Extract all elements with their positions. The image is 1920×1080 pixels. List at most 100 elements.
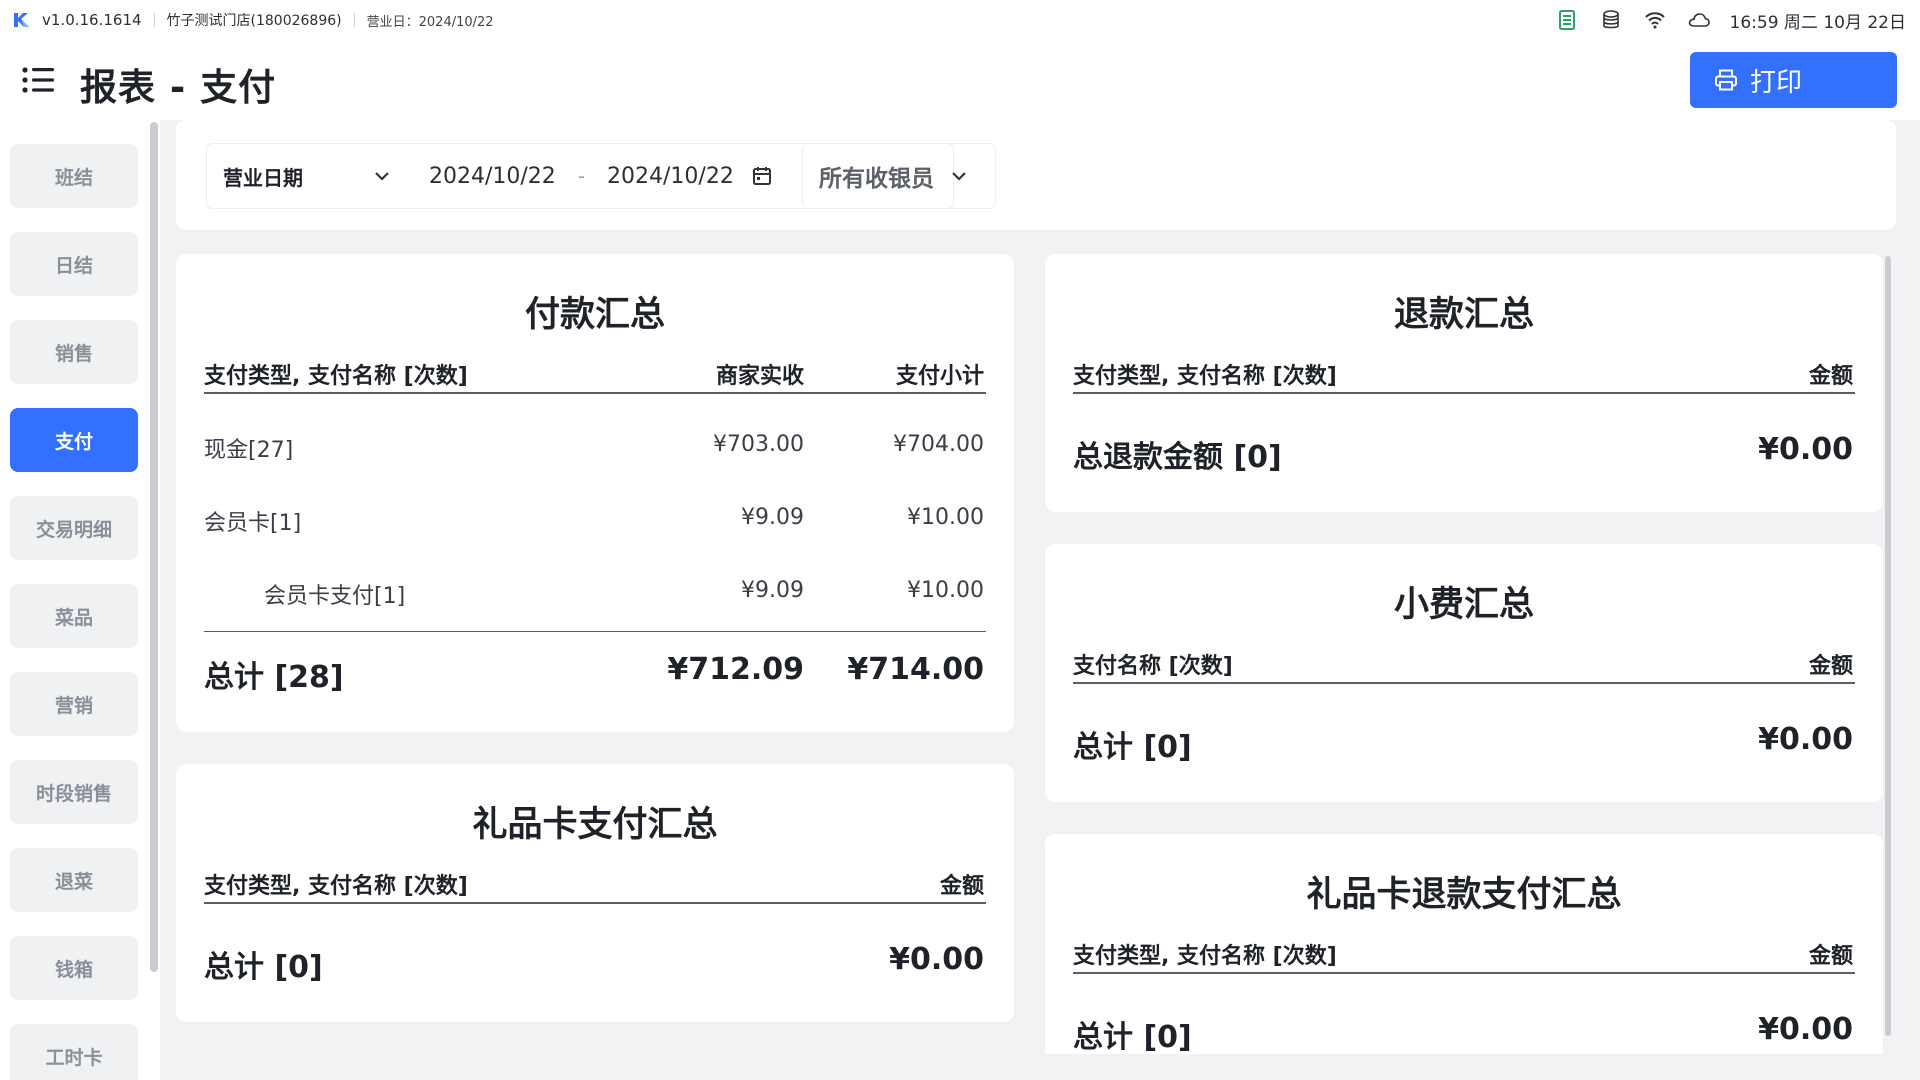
sidebar-item-label: 菜品 bbox=[54, 606, 93, 629]
sidebar-item-label: 工时卡 bbox=[45, 1046, 103, 1069]
total-subtotal: ¥714.00 bbox=[847, 652, 984, 687]
total-row: 总计 [0] ¥0.00 bbox=[204, 942, 986, 985]
giftcard-payment-card: 礼品卡支付汇总 支付类型, 支付名称 [次数] 金额 总计 [0] ¥0.00 bbox=[176, 764, 1014, 1022]
table-header: 支付类型, 支付名称 [次数] 商家实收 支付小计 bbox=[204, 354, 986, 394]
sidebar-scrollbar[interactable] bbox=[150, 122, 158, 972]
business-date: 营业日：2024/10/22 bbox=[366, 14, 494, 30]
sidebar-item-timecard[interactable]: 工时卡 bbox=[10, 1024, 138, 1080]
sidebar-item-label: 营销 bbox=[54, 694, 93, 717]
sidebar-item-payment[interactable]: 支付 bbox=[10, 408, 138, 472]
date-separator: - bbox=[577, 164, 586, 188]
payment-summary-card: 付款汇总 支付类型, 支付名称 [次数] 商家实收 支付小计 现金[27] ¥7… bbox=[176, 254, 1014, 732]
app-logo-icon bbox=[14, 13, 29, 27]
subtotal-amount: ¥10.00 bbox=[907, 578, 984, 603]
print-button[interactable]: 打印 bbox=[1690, 52, 1897, 108]
subtotal-amount: ¥704.00 bbox=[893, 432, 984, 457]
received-amount: ¥703.00 bbox=[713, 432, 804, 457]
total-label: 总计 [0] bbox=[204, 950, 323, 985]
column-header: 支付类型, 支付名称 [次数] bbox=[204, 364, 468, 389]
receipt-icon[interactable] bbox=[1556, 9, 1578, 31]
total-label: 总计 [0] bbox=[1073, 1020, 1192, 1055]
card-title: 礼品卡支付汇总 bbox=[472, 805, 718, 845]
sidebar-item-cash-drawer[interactable]: 钱箱 bbox=[10, 936, 138, 1000]
card-title: 小费汇总 bbox=[1393, 585, 1534, 625]
received-amount: ¥9.09 bbox=[741, 578, 804, 603]
table-header: 支付类型, 支付名称 [次数] 金额 bbox=[204, 864, 986, 904]
total-row: 总计 [0] ¥0.00 bbox=[1073, 722, 1855, 765]
sidebar-item-label: 交易明细 bbox=[35, 518, 112, 541]
content-scrollbar[interactable] bbox=[1885, 256, 1891, 1036]
cloud-icon[interactable] bbox=[1688, 9, 1710, 31]
sidebar-item-label: 班结 bbox=[54, 166, 93, 189]
date-type-select[interactable]: 营业日期 bbox=[223, 162, 373, 191]
column-header: 金额 bbox=[1808, 654, 1853, 679]
app-version: v1.0.16.1614 bbox=[42, 11, 142, 29]
status-bar: v1.0.16.1614 竹子测试门店(180026896) 营业日：2024/… bbox=[0, 0, 1920, 40]
sidebar-item-label: 销售 bbox=[54, 342, 93, 365]
wifi-icon[interactable] bbox=[1644, 9, 1666, 31]
column-header: 支付类型, 支付名称 [次数] bbox=[204, 874, 468, 899]
table-row: 会员卡[1] ¥9.09 ¥10.00 bbox=[204, 505, 986, 545]
column-header: 支付类型, 支付名称 [次数] bbox=[1073, 364, 1337, 389]
table-row: 会员卡支付[1] ¥9.09 ¥10.00 bbox=[204, 578, 986, 618]
total-amount: ¥0.00 bbox=[889, 942, 984, 977]
column-header: 商家实收 bbox=[715, 364, 804, 389]
page-title: 报表 - 支付 bbox=[80, 66, 277, 109]
column-header: 支付类型, 支付名称 [次数] bbox=[1073, 944, 1337, 969]
received-amount: ¥9.09 bbox=[741, 505, 804, 530]
scroll-clip bbox=[1045, 1054, 1885, 1080]
start-date-input[interactable]: 2024/10/22 bbox=[429, 164, 556, 189]
subtotal-amount: ¥10.00 bbox=[907, 505, 984, 530]
total-label: 总退款金额 [0] bbox=[1073, 440, 1282, 475]
filter-bar: 营业日期 2024/10/22 - 2024/10/22 所有收银员 bbox=[176, 120, 1896, 230]
total-row: 总计 [0] ¥0.00 bbox=[1073, 1012, 1855, 1055]
sidebar-item-label: 时段销售 bbox=[35, 782, 112, 805]
cashier-select-value: 所有收银员 bbox=[819, 166, 934, 192]
card-title: 礼品卡退款支付汇总 bbox=[1306, 875, 1622, 915]
sidebar-item-marketing[interactable]: 营销 bbox=[10, 672, 138, 736]
printer-icon bbox=[1715, 69, 1737, 91]
table-row: 现金[27] ¥703.00 ¥704.00 bbox=[204, 432, 986, 472]
store-name: 竹子测试门店(180026896) bbox=[166, 13, 342, 29]
column-header: 金额 bbox=[939, 874, 984, 899]
column-header: 金额 bbox=[1808, 944, 1853, 969]
sidebar-item-label: 退菜 bbox=[54, 870, 93, 893]
sidebar-item-day-close[interactable]: 日结 bbox=[10, 232, 138, 296]
sidebar-item-shift-close[interactable]: 班结 bbox=[10, 144, 138, 208]
print-label: 打印 bbox=[1750, 67, 1803, 98]
payment-name: 现金[27] bbox=[204, 438, 294, 463]
sidebar-item-label: 钱箱 bbox=[54, 958, 93, 981]
sidebar-item-label: 支付 bbox=[54, 430, 93, 453]
card-title: 退款汇总 bbox=[1393, 295, 1534, 335]
total-received: ¥712.09 bbox=[667, 652, 804, 687]
calendar-icon[interactable] bbox=[752, 166, 772, 186]
total-row: 总计 [28] ¥712.09 ¥714.00 bbox=[204, 652, 986, 695]
total-amount: ¥0.00 bbox=[1758, 722, 1853, 757]
column-header: 支付名称 [次数] bbox=[1073, 654, 1233, 679]
total-label: 总计 [28] bbox=[204, 660, 344, 695]
page-header: 报表 - 支付 打印 bbox=[0, 40, 1920, 120]
database-icon[interactable] bbox=[1600, 9, 1622, 31]
total-row: 总退款金额 [0] ¥0.00 bbox=[1073, 432, 1855, 475]
card-title: 付款汇总 bbox=[524, 295, 665, 335]
total-amount: ¥0.00 bbox=[1758, 432, 1853, 467]
sidebar-item-time-sales[interactable]: 时段销售 bbox=[10, 760, 138, 824]
sidebar-item-sales[interactable]: 销售 bbox=[10, 320, 138, 384]
clock: 16:59 周二 10月 22日 bbox=[1729, 12, 1906, 33]
table-header: 支付类型, 支付名称 [次数] 金额 bbox=[1073, 354, 1855, 394]
refund-summary-card: 退款汇总 支付类型, 支付名称 [次数] 金额 总退款金额 [0] ¥0.00 bbox=[1045, 254, 1883, 512]
sidebar-item-transactions[interactable]: 交易明细 bbox=[10, 496, 138, 560]
sidebar-item-dishes[interactable]: 菜品 bbox=[10, 584, 138, 648]
sidebar-item-label: 日结 bbox=[54, 254, 93, 277]
cashier-select[interactable]: 所有收银员 bbox=[802, 143, 996, 209]
giftcard-refund-card: 礼品卡退款支付汇总 支付类型, 支付名称 [次数] 金额 总计 [0] ¥0.0… bbox=[1045, 834, 1883, 1080]
sidebar-item-returns[interactable]: 退菜 bbox=[10, 848, 138, 912]
payment-name: 会员卡[1] bbox=[204, 511, 302, 536]
menu-list-icon[interactable] bbox=[22, 66, 56, 94]
column-header: 金额 bbox=[1808, 364, 1853, 389]
end-date-input[interactable]: 2024/10/22 bbox=[607, 164, 734, 189]
total-label: 总计 [0] bbox=[1073, 730, 1192, 765]
chevron-down-icon bbox=[952, 172, 966, 181]
chevron-down-icon[interactable] bbox=[373, 167, 391, 185]
tip-summary-card: 小费汇总 支付名称 [次数] 金额 总计 [0] ¥0.00 bbox=[1045, 544, 1883, 802]
